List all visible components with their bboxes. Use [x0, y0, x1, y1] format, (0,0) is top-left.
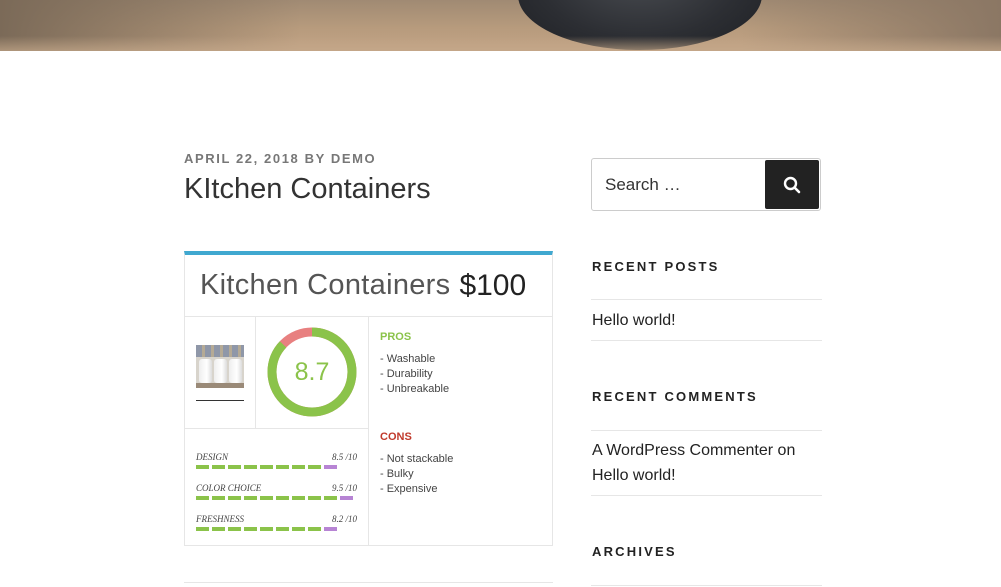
criteria-segment	[308, 465, 321, 469]
criteria-segment	[244, 465, 257, 469]
review-score: 8.7	[294, 357, 330, 386]
criteria-segment	[212, 465, 225, 469]
review-header: Kitchen Containers $100	[185, 255, 552, 317]
archives-title: Archives	[592, 544, 677, 559]
criteria-segment	[324, 527, 337, 531]
criteria-segment	[308, 496, 321, 500]
pros-title: PROS	[380, 331, 412, 343]
comment-post-link[interactable]: Hello world!	[592, 467, 676, 484]
post-author[interactable]: Demo	[331, 151, 376, 166]
divider	[591, 299, 822, 300]
criteria-segment	[324, 496, 337, 500]
criteria-segment	[244, 527, 257, 531]
criteria-bar	[196, 527, 357, 531]
search-form	[591, 158, 821, 211]
criteria-segment	[196, 527, 209, 531]
criteria-list: Design 8.5 /10 Color Choice 9.5 /10 Fres…	[185, 429, 369, 546]
cons-title: CONS	[380, 431, 412, 443]
criteria-segment	[276, 496, 289, 500]
criteria-segment	[212, 527, 225, 531]
cons-list: - Not stackable - Bulky - Expensive	[380, 452, 552, 497]
criteria-segment	[340, 496, 353, 500]
post-divider	[184, 582, 553, 583]
criteria-segment	[324, 465, 337, 469]
post-by: by	[304, 151, 326, 166]
criteria-score: 8.2 /10	[331, 514, 357, 524]
divider	[591, 585, 822, 586]
recent-comment-item: A WordPress Commenter on Hello world!	[592, 438, 822, 488]
divider	[591, 495, 822, 496]
pros-item: - Durability	[380, 368, 433, 380]
criteria-segment	[292, 527, 305, 531]
score-cell: 8.7	[256, 317, 369, 429]
pros-list: - Washable - Durability - Unbreakable	[380, 352, 552, 397]
criteria-segment	[244, 496, 257, 500]
recent-posts-title: Recent Posts	[592, 259, 720, 274]
criteria-segment	[228, 465, 241, 469]
criteria-score: 8.5 /10	[331, 452, 357, 462]
review-box: Kitchen Containers $100 8.7 Design 8.5 /…	[184, 251, 553, 546]
search-input[interactable]	[593, 160, 765, 209]
thumbnail-underline	[196, 400, 244, 401]
header-image	[0, 0, 1001, 51]
product-thumbnail[interactable]	[196, 345, 244, 388]
criteria-row-freshness: Freshness 8.2 /10	[196, 514, 357, 531]
criteria-segment	[340, 527, 353, 531]
criteria-row-design: Design 8.5 /10	[196, 452, 357, 469]
pros-cons: PROS - Washable - Durability - Unbreakab…	[369, 317, 552, 546]
cons-item: - Bulky	[380, 468, 414, 480]
search-button[interactable]	[765, 160, 819, 209]
review-product-name: Kitchen Containers	[200, 269, 451, 301]
criteria-segment	[228, 496, 241, 500]
recent-post-link[interactable]: Hello world!	[592, 312, 676, 329]
divider	[591, 430, 822, 431]
criteria-segment	[260, 527, 273, 531]
criteria-segment	[292, 496, 305, 500]
criteria-bar	[196, 496, 357, 500]
product-thumbnail-cell	[185, 317, 256, 429]
post-date[interactable]: April 22, 2018	[184, 151, 299, 166]
criteria-row-color-choice: Color Choice 9.5 /10	[196, 483, 357, 500]
criteria-score: 9.5 /10	[331, 483, 357, 493]
criteria-segment	[340, 465, 353, 469]
criteria-segment	[308, 527, 321, 531]
pros-item: - Unbreakable	[380, 383, 450, 395]
pros-item: - Washable	[380, 353, 436, 365]
post-meta: April 22, 2018 by Demo	[184, 151, 376, 166]
criteria-segment	[228, 527, 241, 531]
post-title: KItchen Containers	[184, 173, 431, 205]
recent-comments-title: Recent Comments	[592, 389, 758, 404]
criteria-segment	[276, 527, 289, 531]
search-icon	[783, 176, 801, 193]
criteria-bar	[196, 465, 357, 469]
criteria-segment	[292, 465, 305, 469]
criteria-segment	[196, 465, 209, 469]
criteria-segment	[260, 465, 273, 469]
cons-item: - Expensive	[380, 483, 438, 495]
criteria-segment	[260, 496, 273, 500]
criteria-segment	[276, 465, 289, 469]
comment-on-text: on	[777, 442, 796, 459]
review-price: $100	[459, 268, 527, 302]
divider	[591, 340, 822, 341]
recent-post-item: Hello world!	[592, 308, 676, 333]
cons-item: - Not stackable	[380, 453, 454, 465]
criteria-segment	[212, 496, 225, 500]
criteria-segment	[196, 496, 209, 500]
comment-author-link[interactable]: A WordPress Commenter	[592, 442, 773, 459]
